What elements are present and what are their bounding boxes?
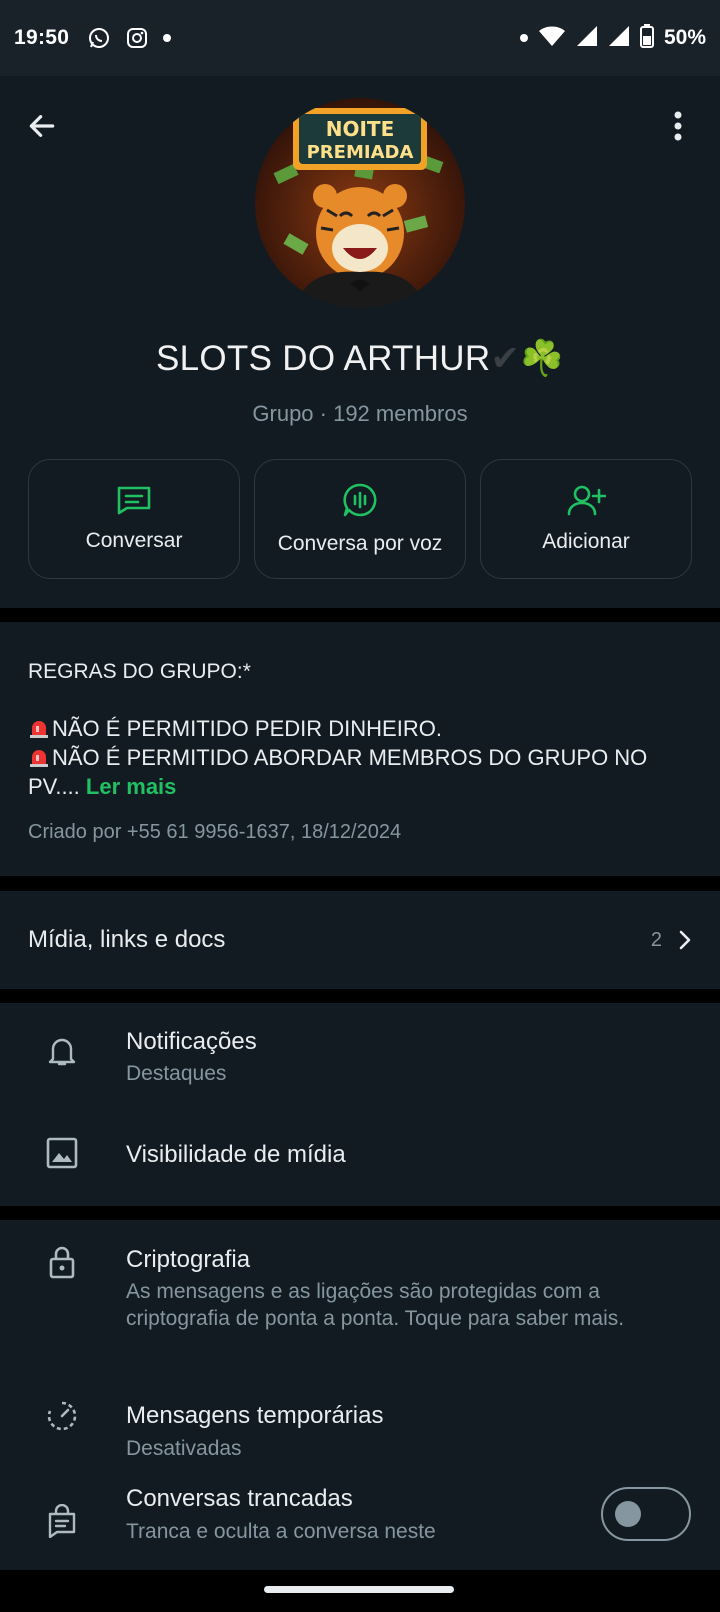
- privacy-settings-block: Criptografia As mensagens e as ligações …: [0, 1220, 720, 1570]
- notification-dot-icon: [163, 34, 172, 42]
- add-person-icon: [567, 485, 606, 516]
- privacy-dot-icon: [519, 34, 528, 42]
- add-member-label: Adicionar: [542, 530, 630, 553]
- more-vertical-icon: [674, 111, 682, 141]
- toggle-knob: [615, 1501, 641, 1527]
- media-label: Mídia, links e docs: [28, 926, 226, 953]
- battery-percentage: 50%: [663, 26, 706, 49]
- media-count: 2: [650, 928, 662, 951]
- signal-icon: [576, 25, 598, 52]
- voice-chat-label: Conversa por voz: [277, 532, 443, 555]
- avatar-text-1: NOITE: [326, 117, 395, 141]
- wifi-icon: [538, 24, 566, 53]
- notifications-row[interactable]: Notificações Destaques: [0, 1003, 720, 1105]
- check-mark: ✔: [490, 339, 521, 378]
- home-gesture-handle[interactable]: [264, 1586, 454, 1593]
- chat-button-label: Conversar: [85, 529, 183, 552]
- created-by: Criado por +55 61 9956-1637, 18/12/2024: [28, 821, 402, 843]
- encryption-row[interactable]: Criptografia As mensagens e as ligações …: [0, 1220, 720, 1360]
- clover-emoji: ☘️: [520, 339, 564, 378]
- status-time: 19:50: [14, 26, 70, 49]
- rule-1: NÃO É PERMITIDO PEDIR DINHEIRO.: [28, 714, 692, 743]
- chat-button[interactable]: Conversar: [28, 459, 240, 579]
- notifications-title: Notificações: [126, 1028, 257, 1055]
- encryption-subtitle: As mensagens e as ligações são protegida…: [126, 1280, 625, 1330]
- siren-icon: [28, 746, 50, 768]
- more-options-button[interactable]: [658, 106, 698, 146]
- rule-2: NÃO É PERMITIDO ABORDAR MEMBROS DO GRUPO…: [28, 743, 692, 801]
- group-name-text: SLOTS DO ARTHUR: [155, 339, 491, 378]
- media-links-docs-row[interactable]: Mídia, links e docs 2: [0, 891, 720, 989]
- image-icon: [44, 1135, 80, 1171]
- navigation-bar: [0, 1570, 720, 1612]
- group-avatar[interactable]: NOITE PREMIADA: [255, 98, 465, 308]
- rules-title: REGRAS DO GRUPO:*: [28, 660, 251, 683]
- battery-icon: [639, 23, 654, 53]
- voice-chat-button[interactable]: Conversa por voz: [254, 459, 466, 579]
- divider: [0, 1206, 720, 1220]
- temporary-messages-row[interactable]: Mensagens temporárias Desativadas: [0, 1360, 720, 1465]
- status-bar: 19:50 50%: [0, 0, 720, 76]
- action-buttons: Conversar Conversa por voz Adicionar: [28, 459, 692, 579]
- media-visibility-row[interactable]: Visibilidade de mídia: [0, 1105, 720, 1206]
- divider: [0, 989, 720, 1003]
- divider: [0, 876, 720, 891]
- locked-chats-row[interactable]: Conversas trancadas Tranca e oculta a co…: [0, 1465, 720, 1570]
- encryption-title: Criptografia: [126, 1246, 251, 1273]
- avatar-text-2: PREMIADA: [307, 142, 414, 163]
- bell-icon: [44, 1033, 80, 1069]
- locked-chat-icon: [44, 1503, 80, 1539]
- instagram-notification-icon: [125, 26, 149, 50]
- signal-2-icon: [608, 25, 630, 52]
- whatsapp-notification-icon: [87, 26, 111, 50]
- message-icon: [117, 486, 151, 515]
- notifications-subtitle: Destaques: [126, 1062, 227, 1085]
- group-member-count: Grupo · 192 membros: [252, 401, 468, 426]
- group-description[interactable]: REGRAS DO GRUPO:* NÃO É PERMITIDO PEDIR …: [0, 622, 720, 876]
- siren-icon: [28, 717, 50, 739]
- temporary-messages-title: Mensagens temporárias: [126, 1402, 384, 1429]
- locked-chats-title: Conversas trancadas: [126, 1485, 353, 1512]
- chevron-right-icon: [679, 930, 691, 950]
- arrow-left-icon: [29, 115, 55, 137]
- read-more-link[interactable]: Ler mais: [86, 774, 177, 799]
- timer-icon: [44, 1398, 80, 1434]
- notification-settings-block: Notificações Destaques Visibilidade de m…: [0, 1003, 720, 1206]
- locked-chats-toggle[interactable]: [601, 1487, 691, 1541]
- group-name: SLOTS DO ARTHUR✔☘️: [0, 338, 720, 379]
- voice-chat-icon: [343, 483, 377, 517]
- locked-chats-subtitle: Tranca e oculta a conversa neste: [126, 1520, 436, 1543]
- add-member-button[interactable]: Adicionar: [480, 459, 692, 579]
- divider: [0, 608, 720, 622]
- temporary-messages-subtitle: Desativadas: [126, 1437, 242, 1460]
- media-visibility-title: Visibilidade de mídia: [126, 1141, 346, 1168]
- lock-icon: [44, 1244, 80, 1280]
- group-header: NOITE PREMIADA SLOTS DO ARTHUR✔☘️ Grupo …: [0, 76, 720, 608]
- back-button[interactable]: [22, 106, 62, 146]
- rule-1-text: NÃO É PERMITIDO PEDIR DINHEIRO.: [52, 716, 442, 741]
